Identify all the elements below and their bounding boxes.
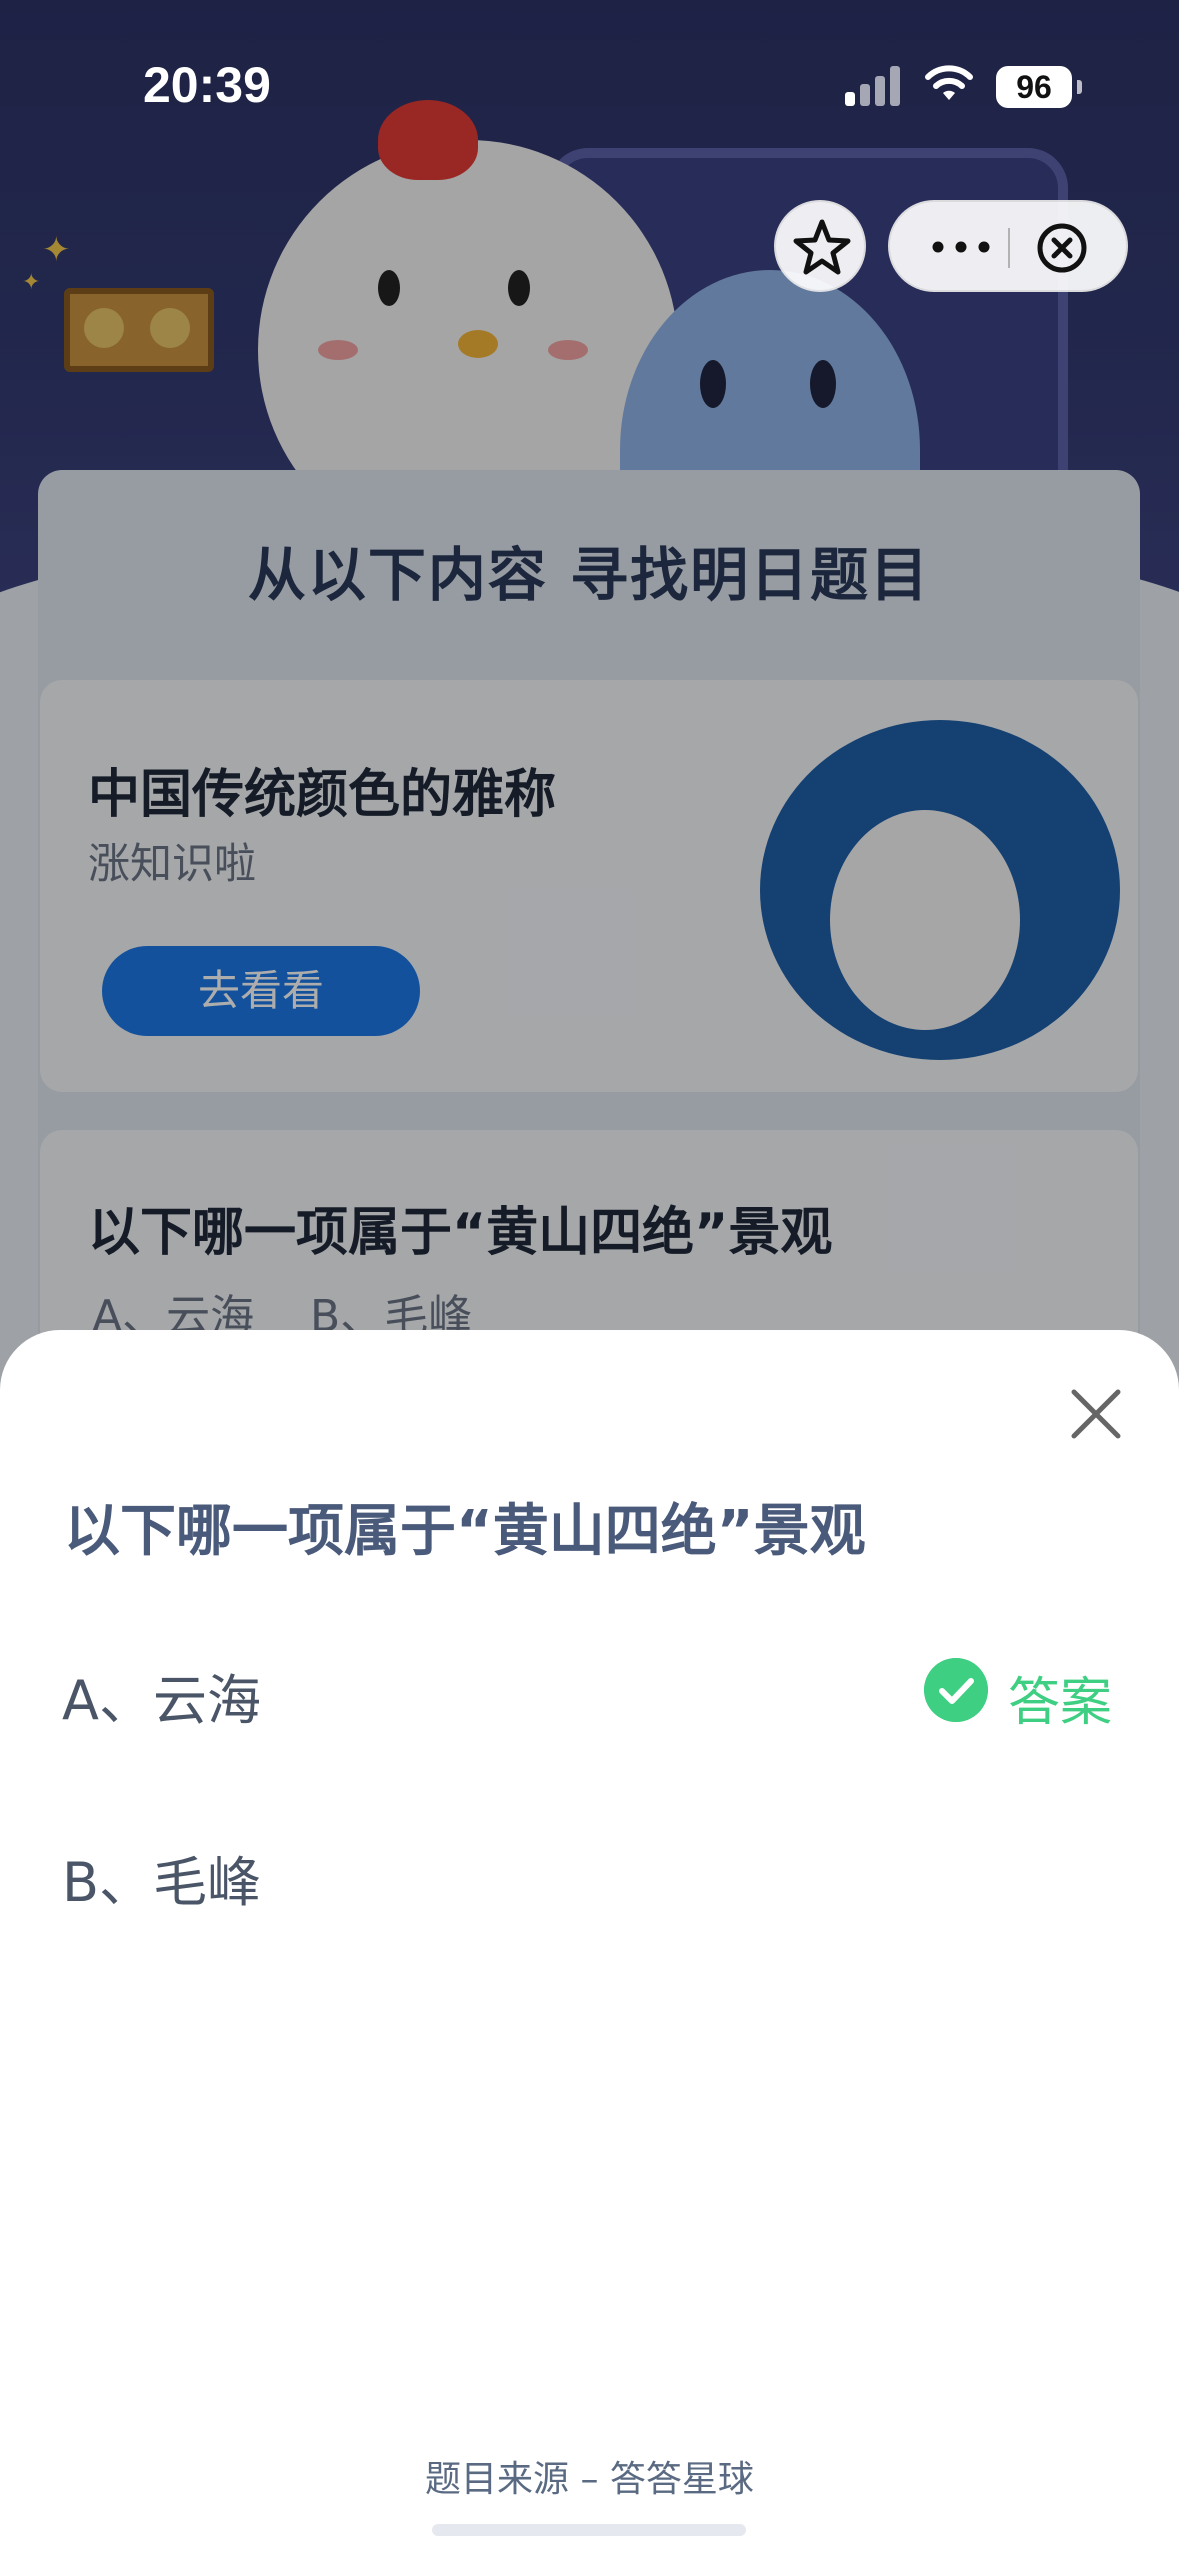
cellular-signal-icon <box>845 66 903 106</box>
status-time: 20:39 <box>143 57 271 113</box>
close-circle-icon[interactable] <box>1034 220 1090 276</box>
close-icon[interactable] <box>1064 1382 1128 1446</box>
more-dots-icon[interactable] <box>926 232 996 262</box>
star-icon <box>793 219 851 275</box>
favorite-button[interactable] <box>774 200 866 292</box>
question-source: 题目来源 – 答答星球 <box>425 2459 754 2500</box>
answer-label: 答案 <box>1008 1673 1113 1733</box>
wifi-icon <box>925 65 973 100</box>
option-label: A、云海 <box>62 1669 261 1732</box>
check-circle-icon <box>924 1658 988 1722</box>
option-label: B、毛峰 <box>62 1851 262 1914</box>
battery-indicator: 96 <box>996 66 1082 108</box>
option-a[interactable]: A、云海 答案 <box>0 1630 1179 1750</box>
option-b[interactable]: B、毛峰 <box>0 1812 1179 1932</box>
answer-sheet: 以下哪一项属于“黄山四绝”景观 A、云海 答案 B、毛峰 题目来源 – 答答星球 <box>0 1330 1179 2556</box>
mini-program-capsule <box>888 200 1128 292</box>
home-indicator <box>432 2524 746 2536</box>
question-title: 以下哪一项属于“黄山四绝”景观 <box>64 1499 866 1564</box>
